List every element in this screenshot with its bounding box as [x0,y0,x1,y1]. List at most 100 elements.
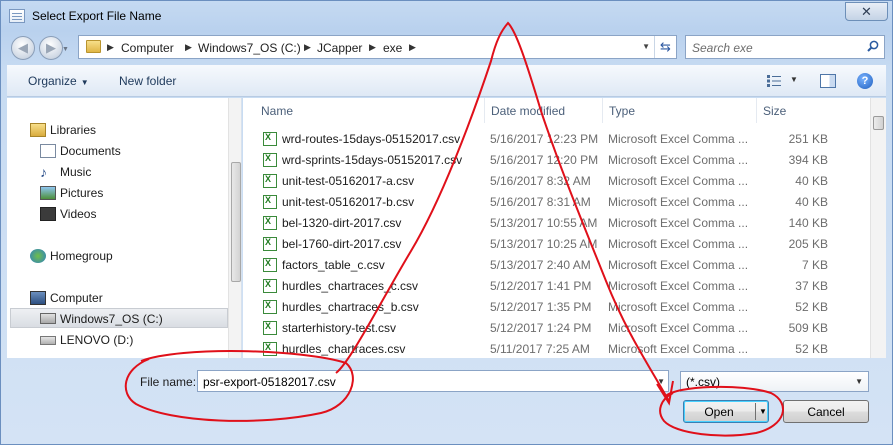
table-row[interactable]: unit-test-05162017-b.csv 5/16/2017 8:31 A… [255,192,865,213]
file-size: 251 KB [788,132,828,146]
file-date: 5/16/2017 12:23 PM [490,132,599,146]
back-button[interactable]: ◀ [11,36,35,60]
search-box[interactable]: Search exe [685,35,885,59]
title-bar: Select Export File Name ✕ [1,1,892,31]
table-row[interactable]: bel-1320-dirt-2017.csv 5/13/2017 10:55 AM… [255,213,865,234]
address-dropdown-icon[interactable]: ▼ [642,42,650,51]
file-name-field[interactable]: psr-export-05182017.csv ▼ [197,370,669,392]
chevron-right-icon[interactable]: ▶ [409,42,416,53]
sidebar-item-videos[interactable]: Videos [7,204,229,224]
address-bar[interactable]: ▶ Computer ▶ Windows7_OS (C:) ▶ JCapper … [78,35,677,59]
sidebar-item-computer[interactable]: Computer [7,288,229,308]
sidebar-item-label: Computer [50,291,103,305]
csv-file-icon [263,174,277,188]
table-row[interactable]: factors_table_c.csv 5/13/2017 2:40 AM Micr… [255,255,865,276]
file-type-value: (*.csv) [686,375,720,389]
organize-button[interactable]: Organize ▼ [28,74,89,88]
open-button[interactable]: Open ▼ [683,400,769,423]
file-type-select[interactable]: (*.csv) ▼ [680,371,869,392]
help-icon[interactable]: ? [857,73,873,89]
sidebar-scrollbar[interactable] [228,98,241,358]
file-name: factors_table_c.csv [282,258,385,272]
navigation-pane: Libraries Documents ♪ Music Pictures Vid… [7,98,242,358]
file-name: hurdles_chartraces_c.csv [282,279,419,293]
sidebar-item-pictures[interactable]: Pictures [7,183,229,203]
column-header-name[interactable]: Name [255,98,485,123]
csv-file-icon [263,216,277,230]
table-row[interactable]: wrd-routes-15days-05152017.csv 5/16/2017 … [255,129,865,150]
file-name: bel-1760-dirt-2017.csv [282,237,402,251]
file-list-scroll-thumb[interactable] [873,116,884,130]
cancel-button[interactable]: Cancel [783,400,869,423]
table-row[interactable]: bel-1760-dirt-2017.csv 5/13/2017 10:25 AM… [255,234,865,255]
csv-file-icon [263,279,277,293]
file-name: unit-test-05162017-a.csv [282,174,415,188]
file-size: 394 KB [788,153,828,167]
sidebar-item-label: Windows7_OS (C:) [60,312,163,326]
column-header-size[interactable]: Size [757,98,857,123]
column-name-label: Name [261,104,294,118]
cancel-label: Cancel [807,405,845,419]
sidebar-item-lenovo[interactable]: LENOVO (D:) [7,330,229,350]
table-row[interactable]: hurdles_chartraces_b.csv 5/12/2017 1:35 P… [255,297,865,318]
preview-pane-icon[interactable] [820,74,836,88]
sidebar-item-music[interactable]: ♪ Music [7,162,229,182]
export-file-dialog: Select Export File Name ✕ ◀ ▶ ▼ ▶ Comput… [0,0,893,445]
view-dropdown-icon[interactable]: ▼ [790,75,798,84]
sidebar-scroll-thumb[interactable] [231,162,241,282]
column-header-type[interactable]: Type [603,98,757,123]
file-name: wrd-sprints-15days-05152017.csv [282,153,463,167]
drive-icon [40,336,56,345]
recent-pages-dropdown-icon[interactable]: ▼ [62,46,69,53]
table-row[interactable]: unit-test-05162017-a.csv 5/16/2017 8:32 A… [255,171,865,192]
folder-icon [86,40,101,53]
chevron-down-icon[interactable]: ▼ [657,377,665,386]
new-folder-button[interactable]: New folder [119,74,176,88]
file-type: Microsoft Excel Comma ... [608,342,749,356]
table-row[interactable]: wrd-sprints-15days-05152017.csv 5/16/2017… [255,150,865,171]
file-size: 7 KB [801,258,828,272]
chevron-right-icon[interactable]: ▶ [185,42,192,53]
chevron-right-icon[interactable]: ▶ [304,42,311,53]
csv-file-icon [263,321,277,335]
videos-icon [40,207,56,221]
file-list: Name Date modified Type Size wrd-routes-… [243,98,886,358]
open-options-dropdown-icon[interactable]: ▼ [759,407,767,416]
file-date: 5/12/2017 1:41 PM [490,279,592,293]
sidebar-item-libraries[interactable]: Libraries [7,120,229,140]
close-button[interactable]: ✕ [845,2,888,21]
breadcrumb-computer[interactable]: Computer [121,41,174,55]
command-bar: Organize ▼ New folder ▼ ? [7,65,886,97]
file-type: Microsoft Excel Comma ... [608,153,749,167]
breadcrumb-jcapper[interactable]: JCapper [317,41,362,55]
sidebar-item-homegroup[interactable]: Homegroup [7,246,229,266]
file-size: 140 KB [788,216,828,230]
pictures-icon [40,186,56,200]
chevron-down-icon: ▼ [80,78,89,87]
breadcrumb-exe[interactable]: exe [383,41,402,55]
view-options-icon[interactable] [767,75,781,87]
refresh-icon[interactable]: ⇆ [654,36,676,58]
table-row[interactable]: hurdles_chartraces.csv 5/11/2017 7:25 AM M… [255,339,865,358]
sidebar-item-label: Music [60,165,92,179]
file-list-scrollbar[interactable] [870,98,886,358]
column-header-date[interactable]: Date modified [485,98,603,123]
search-input[interactable]: Search exe [692,41,753,55]
forward-button[interactable]: ▶ [39,36,63,60]
file-date: 5/16/2017 12:20 PM [490,153,599,167]
chevron-right-icon[interactable]: ▶ [369,42,376,53]
file-name-value[interactable]: psr-export-05182017.csv [203,375,336,389]
back-arrow-icon: ◀ [18,40,28,55]
breadcrumb-drive[interactable]: Windows7_OS (C:) [198,41,301,55]
sidebar-item-label: Pictures [60,186,104,200]
sidebar-item-documents[interactable]: Documents [7,141,229,161]
column-type-label: Type [609,104,636,118]
drive-icon [40,313,56,324]
chevron-right-icon[interactable]: ▶ [107,42,114,53]
table-row[interactable]: starterhistory-test.csv 5/12/2017 1:24 PM… [255,318,865,339]
chevron-down-icon: ▼ [855,377,863,386]
split-divider [755,403,756,420]
table-row[interactable]: hurdles_chartraces_c.csv 5/12/2017 1:41 P… [255,276,865,297]
search-icon[interactable] [867,40,879,52]
sidebar-item-windows7-os[interactable]: Windows7_OS (C:) [10,308,228,328]
